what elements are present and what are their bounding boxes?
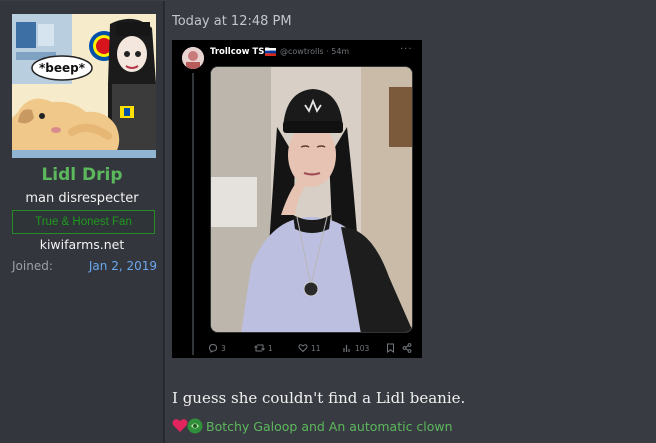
reactions-users-link[interactable]: Botchy Galoop and An automatic clown bbox=[206, 419, 453, 434]
like-count: 11 bbox=[311, 343, 321, 353]
user-banner: True & Honest Fan bbox=[12, 210, 155, 234]
views-action: 103 bbox=[342, 342, 369, 354]
reply-count: 3 bbox=[221, 343, 226, 353]
user-site-label: kiwifarms.net bbox=[39, 237, 125, 252]
username[interactable]: Lidl Drip bbox=[0, 165, 164, 185]
views-icon bbox=[343, 345, 350, 352]
selfie-photo-illustration bbox=[211, 67, 412, 332]
views-count: 103 bbox=[355, 343, 370, 353]
tweet-photo bbox=[210, 66, 413, 333]
share-icon bbox=[402, 343, 412, 353]
forum-post: *beep* Lidl Drip man disrespecter True &… bbox=[0, 0, 656, 443]
embedded-tweet-image[interactable]: Trollcow TSB @cowtrolls · 54m ··· 3 1 11… bbox=[172, 40, 422, 358]
bookmark-icon bbox=[387, 343, 394, 353]
page: *beep* Lidl Drip man disrespecter True &… bbox=[0, 0, 656, 443]
tweet-avatar-picture-icon bbox=[182, 47, 204, 69]
avatar-speech-text: *beep* bbox=[39, 61, 86, 75]
joined-row: Joined: Jan 2, 2019 bbox=[12, 259, 157, 275]
tweet-action-bar: 3 1 11 103 bbox=[208, 342, 418, 354]
tweet-avatar bbox=[182, 47, 204, 69]
post-main: Today at 12:48 PM Trollcow TSB @cowtroll… bbox=[165, 1, 656, 443]
like-action: 11 bbox=[298, 342, 321, 354]
post-message: I guess she couldn't find a Lidl beanie. bbox=[172, 389, 466, 407]
avatar-illustration: *beep* bbox=[12, 14, 156, 158]
like-icon bbox=[298, 344, 308, 353]
post-timestamp[interactable]: Today at 12:48 PM bbox=[172, 14, 292, 29]
tweet-handle: @cowtrolls · 54m bbox=[280, 47, 350, 56]
thread-line bbox=[192, 73, 194, 355]
retweet-action: 1 bbox=[254, 342, 273, 354]
heart-reaction-icon bbox=[172, 419, 188, 432]
tweet-author: Trollcow TSB bbox=[210, 47, 271, 57]
joined-date: Jan 2, 2019 bbox=[88, 259, 157, 273]
user-avatar[interactable]: *beep* bbox=[12, 14, 156, 158]
reply-action: 3 bbox=[208, 342, 226, 354]
joined-label: Joined: bbox=[12, 259, 53, 273]
retweet-count: 1 bbox=[268, 343, 273, 353]
more-options-icon: ··· bbox=[400, 44, 413, 55]
green-reaction-icon bbox=[187, 418, 203, 434]
russia-flag-icon bbox=[265, 48, 276, 56]
user-title: man disrespecter bbox=[25, 191, 139, 206]
reply-icon bbox=[208, 343, 218, 353]
reactions-bar[interactable]: Botchy Galoop and An automatic clown bbox=[172, 417, 532, 435]
retweet-icon bbox=[254, 344, 265, 352]
user-sidebar: *beep* Lidl Drip man disrespecter True &… bbox=[0, 1, 164, 443]
